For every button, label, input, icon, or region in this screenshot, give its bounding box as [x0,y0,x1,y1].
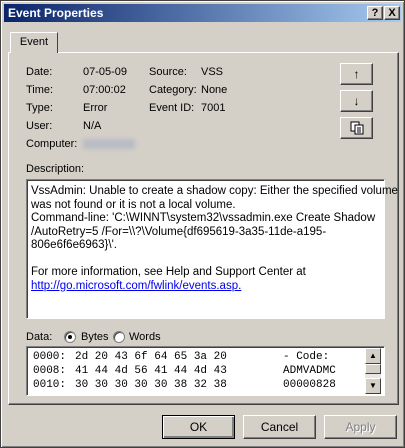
help-link[interactable]: http://go.microsoft.com/fwlink/events.as… [31,280,380,294]
description-label: Description: [26,163,85,175]
description-line: Command-line: 'C:\WINNT\system32\vssadmi… [31,212,376,224]
event-id-value: 7001 [201,102,226,114]
description-line: was not found or it is not a local volum… [31,198,236,211]
computer-label: Computer: [26,138,78,150]
data-hex: 30 30 30 30 30 38 32 38 [75,379,227,391]
bytes-radio-label[interactable]: Bytes [81,331,109,343]
category-value: None [201,84,228,96]
data-ascii: - Code: [283,351,330,363]
date-label: Date: [26,66,53,78]
bytes-radio[interactable] [64,331,76,343]
arrow-down-icon: ↓ [353,94,360,108]
description-line: 806e6f6e6963}\'. [31,239,117,251]
data-ascii: ADMVADMC [283,365,336,377]
description-text-box[interactable]: VssAdmin: Unable to create a shadow copy… [26,179,398,319]
close-button[interactable]: X [384,6,400,20]
words-radio-label[interactable]: Words [129,331,161,343]
description-line: VssAdmin: Unable to create a shadow copy… [31,185,398,197]
time-label: Time: [26,84,54,96]
data-offset: 0010: [33,379,67,391]
description-line: /AutoRetry=5 /For=\\?\Volume{df695619-3a… [31,225,327,238]
help-button[interactable]: ? [367,6,383,20]
data-scrollbar[interactable]: ▲ ▼ [365,348,381,394]
scroll-down-button[interactable]: ▼ [365,378,381,394]
ok-button[interactable]: OK [162,415,235,439]
data-offset: 0000: [33,351,67,363]
computer-value-redacted [83,139,135,149]
data-ascii: 00000828 [283,379,336,391]
type-label: Type: [26,102,53,114]
source-label: Source: [149,66,187,78]
scroll-up-button[interactable]: ▲ [365,348,381,364]
copy-icon [350,121,363,135]
user-value: N/A [83,120,102,132]
description-line [31,253,380,267]
cancel-button[interactable]: Cancel [243,415,316,439]
window-title: Event Properties [8,6,104,20]
data-hex-box[interactable]: 0000: 2d 20 43 6f 64 65 3a 20 - Code: 00… [26,346,385,396]
previous-event-button[interactable]: ↑ [340,63,373,85]
type-value: Error [83,102,108,114]
words-radio[interactable] [113,331,125,343]
data-label: Data: [26,331,53,343]
scroll-thumb[interactable] [365,364,381,374]
data-offset: 0008: [33,365,67,377]
data-hex: 2d 20 43 6f 64 65 3a 20 [75,351,227,363]
description-line: For more information, see Help and Suppo… [31,266,306,278]
time-value: 07:00:02 [83,84,126,96]
date-value: 07-05-09 [83,66,128,78]
user-label: User: [26,120,53,132]
event-properties-window: Event Properties ? X Event Date: 07-05-0… [0,0,405,448]
category-label: Category: [149,84,197,96]
tab-event[interactable]: Event [10,32,58,53]
copy-button[interactable] [340,117,373,139]
arrow-up-icon: ↑ [353,67,360,81]
source-value: VSS [201,66,224,78]
next-event-button[interactable]: ↓ [340,90,373,112]
data-hex: 41 44 4d 56 41 44 4d 43 [75,365,227,377]
title-bar[interactable]: Event Properties ? X [4,4,401,22]
apply-button: Apply [324,415,397,439]
event-id-label: Event ID: [149,102,195,114]
